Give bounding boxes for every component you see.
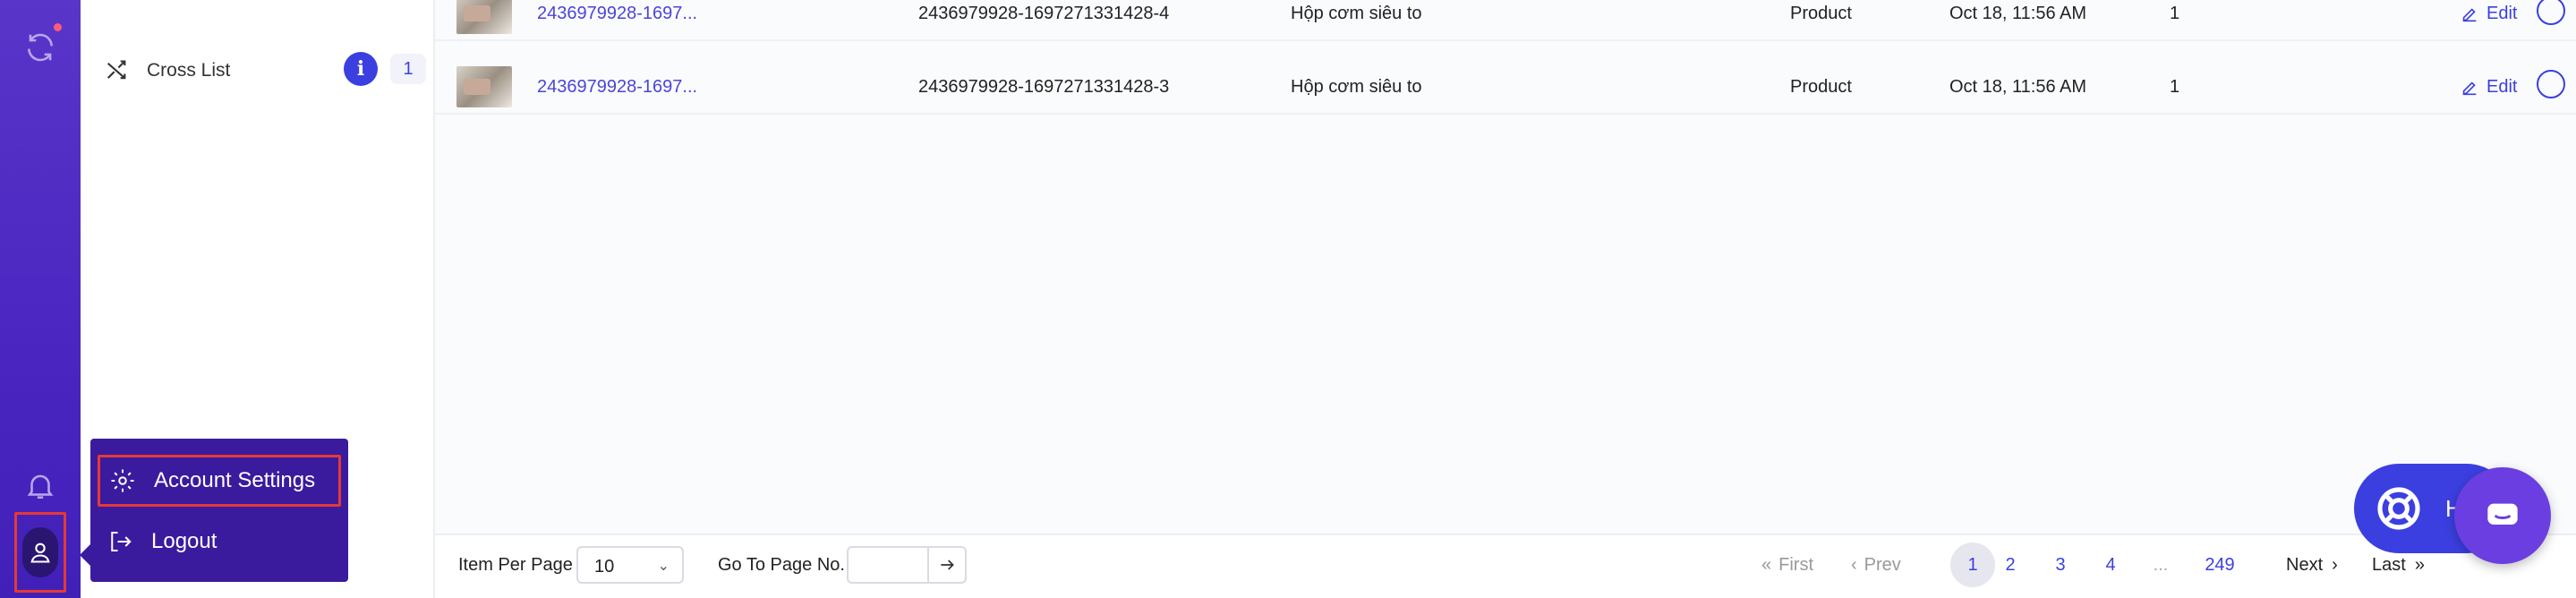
double-chevron-left-icon: « — [1761, 554, 1772, 575]
logout-icon — [111, 532, 132, 551]
item-per-page-select[interactable]: 10 ⌄ — [576, 546, 684, 584]
shuffle-icon — [107, 60, 126, 80]
qty-cell: 1 — [2170, 77, 2180, 97]
double-chevron-right-icon: » — [2414, 554, 2425, 575]
main-content: 2436979928-1697... 2436979928-1697271331… — [435, 0, 2576, 598]
page-button[interactable]: 2 — [1992, 542, 2028, 587]
chevron-right-icon: › — [2332, 554, 2338, 575]
pencil-icon — [2462, 81, 2477, 95]
item-per-page-label: Item Per Page — [458, 555, 573, 575]
first-label: First — [1778, 554, 1814, 575]
account-popup-menu: Account Settings Logout — [80, 439, 348, 582]
table-row[interactable]: 2436979928-1697... 2436979928-1697271331… — [435, 0, 2576, 41]
chat-icon — [2487, 503, 2518, 525]
next-page-button[interactable]: Next › — [2286, 542, 2338, 587]
chevron-down-icon: ⌄ — [657, 559, 670, 574]
bell-icon[interactable] — [23, 469, 57, 503]
lifebuoy-icon — [2377, 487, 2420, 530]
edit-button[interactable]: Edit — [2460, 4, 2517, 24]
type-cell: Product — [1790, 4, 1852, 23]
sidebar-item-label: Cross List — [147, 60, 231, 81]
first-page-button[interactable]: « First — [1761, 542, 1813, 587]
edit-label: Edit — [2486, 4, 2518, 23]
item-per-page-value: 10 — [594, 557, 615, 577]
info-icon[interactable]: i — [344, 52, 378, 86]
product-thumbnail — [456, 66, 512, 107]
logout-label: Logout — [151, 529, 218, 553]
user-button[interactable] — [22, 527, 58, 577]
last-label: Last — [2372, 554, 2406, 575]
page-button[interactable]: 3 — [2043, 542, 2078, 587]
prev-label: Prev — [1864, 554, 1901, 575]
gear-icon — [111, 469, 134, 492]
go-button[interactable] — [927, 546, 967, 584]
go-to-page-input[interactable] — [847, 546, 929, 584]
left-rail — [0, 0, 81, 598]
pagination-footer: Item Per Page 10 ⌄ Go To Page No. « Firs… — [435, 534, 2576, 598]
arrow-right-icon — [941, 560, 954, 570]
count-badge: 1 — [390, 54, 426, 84]
next-label: Next — [2286, 554, 2324, 575]
name-cell: Hộp cơm siêu to — [1291, 77, 1422, 97]
prev-page-button[interactable]: ‹ Prev — [1851, 542, 1901, 587]
sync-icon[interactable] — [23, 30, 57, 64]
user-icon — [30, 542, 50, 563]
product-link[interactable]: 2436979928-1697... — [537, 4, 697, 24]
logout-menu-item[interactable]: Logout — [98, 516, 341, 568]
name-cell: Hộp cơm siêu to — [1291, 4, 1422, 23]
account-settings-menu-item[interactable]: Account Settings — [98, 455, 341, 507]
product-link[interactable]: 2436979928-1697... — [537, 77, 697, 98]
page-button[interactable]: 249 — [2193, 542, 2247, 587]
account-settings-label: Account Settings — [154, 468, 316, 492]
pencil-icon — [2462, 7, 2477, 21]
chevron-left-icon: ‹ — [1851, 554, 1857, 575]
page-button[interactable]: 1 — [1950, 542, 1995, 587]
page-button[interactable]: 4 — [2093, 542, 2128, 587]
go-to-page-label: Go To Page No. — [718, 555, 845, 575]
sku-cell: 2436979928-1697271331428-3 — [918, 77, 1170, 97]
sidebar-item-cross-list[interactable]: Cross List i 1 — [104, 48, 426, 93]
open-link-icon[interactable] — [2537, 70, 2565, 98]
product-thumbnail — [456, 0, 512, 34]
notification-dot — [54, 23, 62, 31]
page-ellipsis: ... — [2153, 554, 2169, 575]
user-menu-highlight — [14, 512, 66, 593]
chat-button[interactable] — [2454, 467, 2551, 564]
edit-label: Edit — [2486, 77, 2518, 97]
type-cell: Product — [1790, 77, 1852, 97]
sku-cell: 2436979928-1697271331428-4 — [918, 4, 1170, 23]
edit-button[interactable]: Edit — [2460, 77, 2517, 98]
qty-cell: 1 — [2170, 4, 2180, 23]
date-cell: Oct 18, 11:56 AM — [1949, 4, 2087, 23]
date-cell: Oct 18, 11:56 AM — [1949, 77, 2087, 97]
table-row[interactable]: 2436979928-1697... 2436979928-1697271331… — [435, 57, 2576, 115]
open-link-icon[interactable] — [2537, 0, 2565, 25]
